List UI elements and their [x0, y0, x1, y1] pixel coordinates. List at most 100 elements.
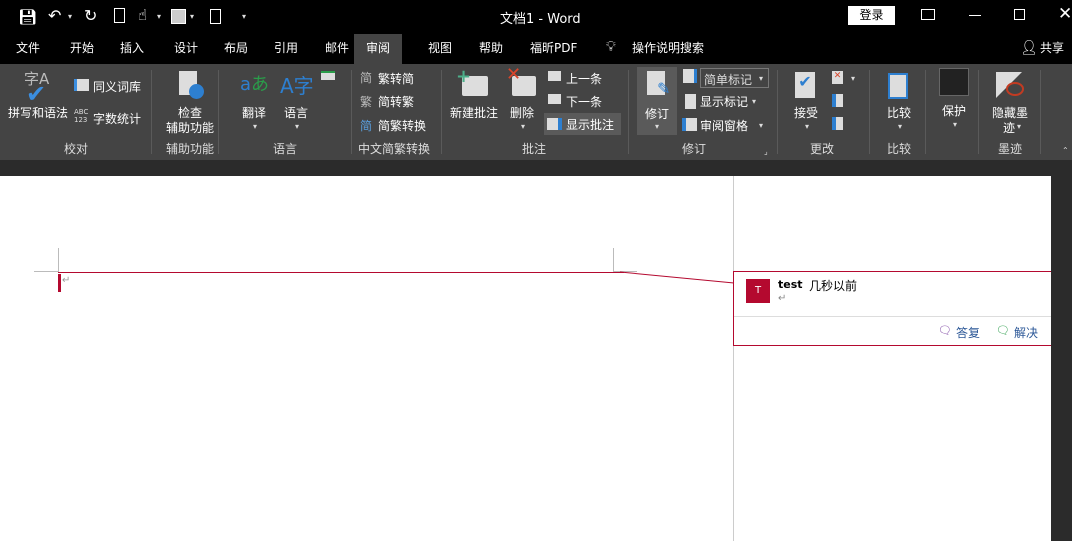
- divider: [777, 70, 778, 154]
- previous-comment-button[interactable]: 上一条: [566, 70, 602, 87]
- collapse-ribbon-icon[interactable]: ⌃: [1062, 146, 1069, 155]
- divider: [925, 70, 926, 154]
- undo-icon[interactable]: ↶: [48, 6, 61, 25]
- save-icon[interactable]: 💾︎: [18, 8, 37, 26]
- tab-home[interactable]: 开始: [62, 34, 102, 64]
- accept-dropdown-icon[interactable]: ▾: [805, 122, 809, 131]
- comment-anchor-line: [58, 272, 624, 273]
- markup-select-value: 简单标记: [704, 73, 753, 87]
- check-accessibility-label: 辅助功能: [166, 121, 215, 135]
- margin-mark-left: [58, 248, 59, 272]
- touch-mode-icon[interactable]: ☝: [138, 6, 147, 24]
- comment-body[interactable]: ↵: [778, 293, 786, 304]
- accept-button[interactable]: 接受: [794, 104, 818, 121]
- comment-author: test: [778, 278, 803, 291]
- tell-me-search[interactable]: 操作说明搜索: [624, 34, 712, 64]
- divider: [869, 70, 870, 154]
- undo-dropdown-icon[interactable]: ▾: [68, 12, 72, 21]
- ribbon-tabs: 文件 开始 插入 设计 布局 引用 邮件 审阅 视图 帮助 福昕PDF 💡︎ 操…: [0, 34, 1072, 64]
- group-label-language: 语言: [273, 142, 298, 156]
- login-button[interactable]: 登录: [848, 6, 895, 25]
- group-label-proofing: 校对: [64, 142, 89, 156]
- minimize-icon[interactable]: [969, 15, 981, 16]
- reply-icon[interactable]: 🗨︎: [938, 324, 952, 337]
- word-count-button[interactable]: 字数统计: [93, 110, 141, 127]
- maximize-icon[interactable]: [1014, 9, 1025, 20]
- hide-ink-dropdown-icon[interactable]: ▾: [1017, 122, 1021, 131]
- tab-review[interactable]: 审阅: [354, 34, 402, 64]
- reviewing-pane-dropdown-icon[interactable]: ▾: [759, 121, 763, 130]
- window-title: 文档1 - Word: [500, 12, 581, 27]
- new-document-icon[interactable]: [114, 8, 125, 23]
- group-label-chinese-conversion: 中文简繁转换: [358, 142, 431, 156]
- tab-help[interactable]: 帮助: [471, 34, 511, 64]
- show-markup-button[interactable]: 显示标记: [700, 93, 748, 110]
- resolve-icon[interactable]: 🗨︎: [996, 324, 1010, 337]
- compare-dropdown-icon[interactable]: ▾: [898, 122, 902, 131]
- text-cursor: [58, 274, 61, 292]
- tab-references[interactable]: 引用: [266, 34, 306, 64]
- thesaurus-button[interactable]: 同义词库: [93, 78, 141, 95]
- tab-design[interactable]: 设计: [166, 34, 206, 64]
- accessibility-icon: [189, 84, 204, 99]
- redo-icon[interactable]: ↻: [84, 6, 97, 25]
- keyboard-icon[interactable]: [321, 71, 335, 80]
- tab-insert[interactable]: 插入: [112, 34, 152, 64]
- trad-to-simp-button[interactable]: 繁转简: [378, 70, 414, 87]
- next-change-icon[interactable]: [832, 117, 843, 130]
- spelling-grammar-button[interactable]: 拼写和语法: [8, 104, 68, 121]
- new-comment-button[interactable]: 新建批注: [450, 104, 498, 121]
- divider: [351, 70, 352, 154]
- tab-foxit-pdf[interactable]: 福昕PDF: [522, 34, 585, 64]
- dialog-launcher-icon[interactable]: ⌟: [764, 147, 768, 156]
- scrollbar-area[interactable]: [1051, 176, 1072, 541]
- paste-icon[interactable]: [210, 9, 221, 24]
- format-dropdown-icon[interactable]: ▾: [190, 12, 194, 21]
- language-dropdown-icon[interactable]: ▾: [295, 122, 299, 131]
- language-button[interactable]: 语言: [284, 104, 308, 121]
- resolve-button[interactable]: 解决: [1014, 324, 1038, 341]
- convert-button[interactable]: 简繁转换: [378, 117, 426, 134]
- show-comments-button[interactable]: 显示批注: [544, 113, 621, 135]
- plus-icon: +: [456, 66, 472, 87]
- show-comments-icon: [547, 118, 562, 130]
- margin-mark-right: [613, 248, 614, 272]
- trad-to-simp-icon: 简: [360, 71, 373, 85]
- tab-mailings[interactable]: 邮件: [317, 34, 357, 64]
- reject-icon[interactable]: ✕: [832, 71, 843, 84]
- next-comment-button[interactable]: 下一条: [566, 93, 602, 110]
- previous-change-icon[interactable]: [832, 94, 843, 107]
- avatar: T: [746, 279, 770, 303]
- tab-layout[interactable]: 布局: [216, 34, 256, 64]
- reply-button[interactable]: 答复: [956, 324, 980, 341]
- compare-button[interactable]: 比较: [887, 104, 911, 121]
- show-markup-dropdown-icon[interactable]: ▾: [752, 97, 756, 106]
- close-icon[interactable]: ✕: [1058, 4, 1072, 24]
- markup-select[interactable]: 简单标记 ▾: [700, 68, 769, 88]
- divider: [151, 70, 152, 154]
- document-area[interactable]: ↵ T test 几秒以前 ↵ 🗨︎ 答复 🗨︎ 解决: [0, 176, 1052, 541]
- ribbon: 字A ✔ 拼写和语法 同义词库 ABC 123 字数统计 校对 检查 辅助功能 辅…: [0, 64, 1072, 160]
- translate-button[interactable]: 翻译: [242, 104, 266, 121]
- compare-icon: [888, 73, 908, 99]
- comment-connector-line: [620, 271, 735, 284]
- touch-dropdown-icon[interactable]: ▾: [157, 12, 161, 21]
- show-comments-label: 显示批注: [566, 118, 615, 132]
- track-changes-button[interactable]: ✎ 修订 ▾: [637, 67, 677, 135]
- tab-file[interactable]: 文件: [8, 34, 48, 64]
- comment-card[interactable]: T test 几秒以前 ↵ 🗨︎ 答复 🗨︎ 解决: [733, 271, 1052, 346]
- customize-toolbar-icon[interactable]: ▾: [242, 12, 246, 21]
- delete-dropdown-icon[interactable]: ▾: [521, 122, 525, 131]
- simp-to-trad-button[interactable]: 简转繁: [378, 93, 414, 110]
- translate-icon: aあ: [240, 74, 270, 95]
- reject-dropdown-icon[interactable]: ▾: [851, 74, 855, 83]
- translate-dropdown-icon[interactable]: ▾: [253, 122, 257, 131]
- share-button[interactable]: 共享: [1032, 34, 1072, 64]
- format-icon[interactable]: [171, 9, 186, 24]
- tab-view[interactable]: 视图: [420, 34, 460, 64]
- delete-button[interactable]: 删除: [510, 104, 534, 121]
- reviewing-pane-button[interactable]: 审阅窗格: [700, 117, 748, 134]
- ribbon-display-options-icon[interactable]: [921, 9, 935, 20]
- protect-dropdown-icon[interactable]: ▾: [953, 120, 957, 129]
- protect-button[interactable]: 保护: [942, 102, 966, 119]
